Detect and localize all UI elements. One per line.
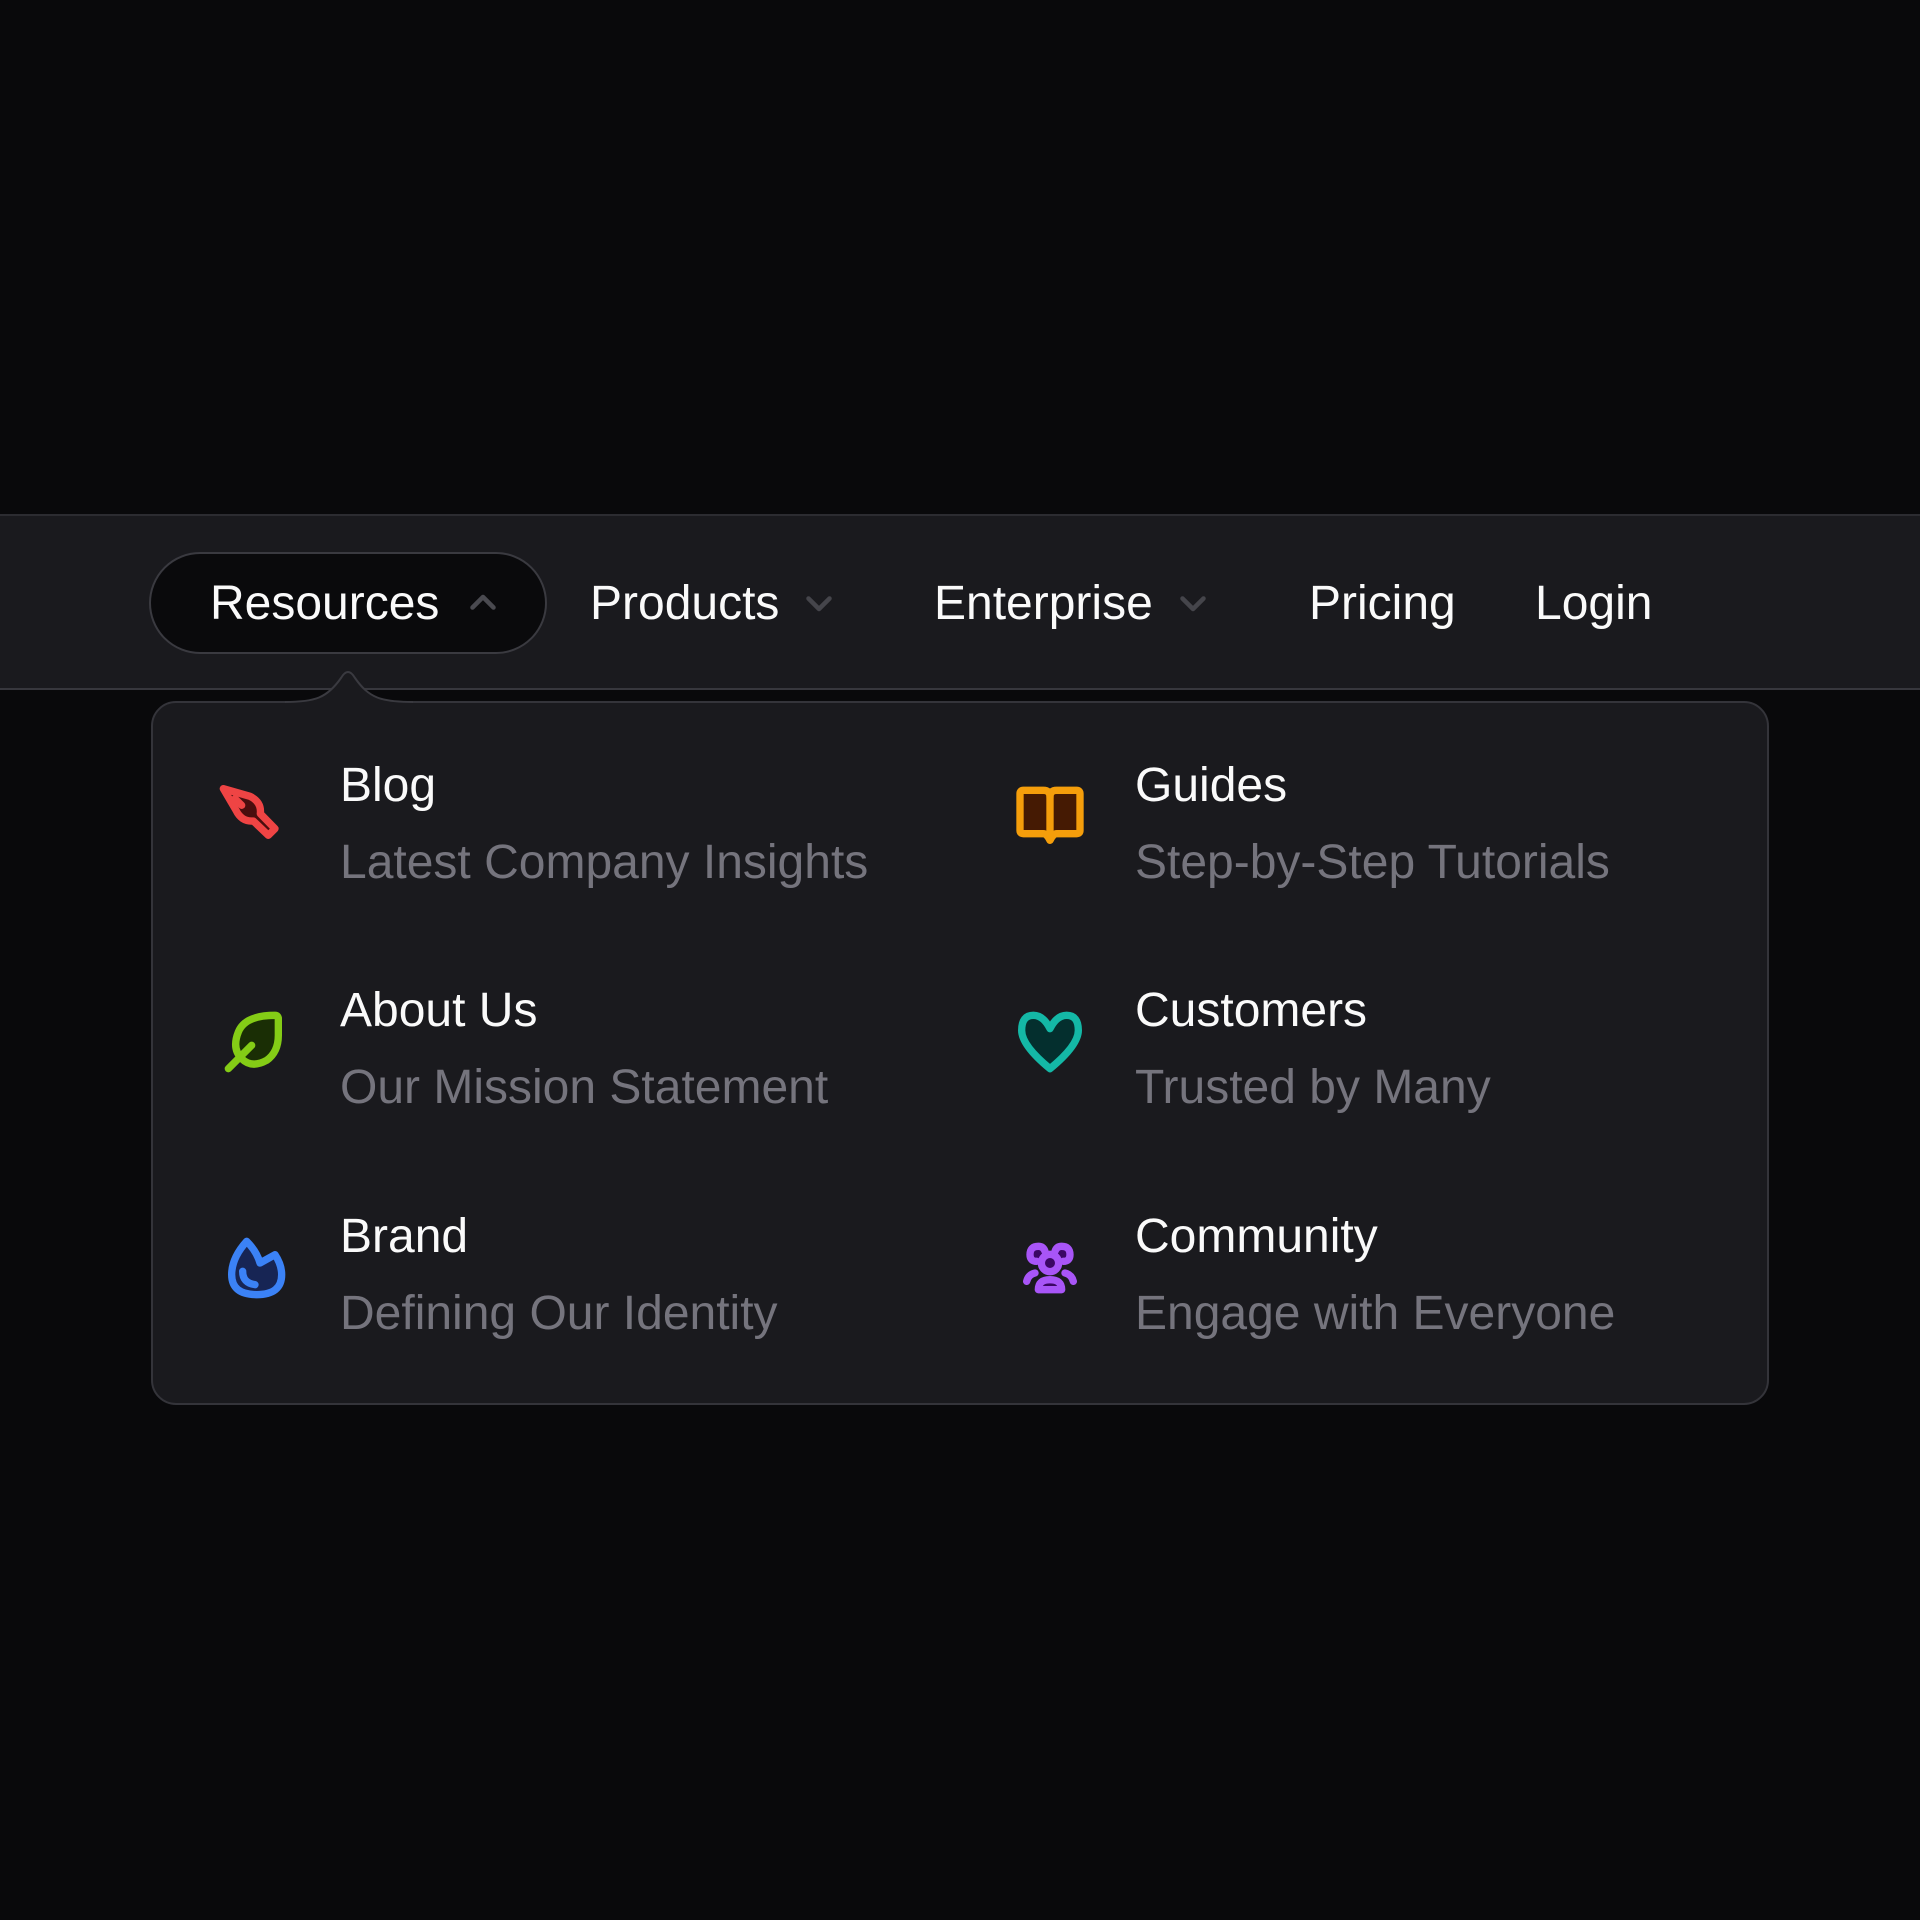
book-open-icon xyxy=(1010,777,1090,857)
menu-item-community[interactable]: Community Engage with Everyone xyxy=(1010,1210,1770,1384)
chevron-down-icon xyxy=(801,585,837,621)
nav-item-resources[interactable]: Resources xyxy=(149,552,547,654)
dropdown-caret xyxy=(285,671,413,704)
nav-item-label: Pricing xyxy=(1309,576,1456,630)
leaf-icon xyxy=(215,1002,295,1082)
chevron-down-icon xyxy=(1175,585,1211,621)
menu-item-title: About Us xyxy=(340,984,538,1037)
nav-item-label: Enterprise xyxy=(934,576,1153,630)
chevron-up-icon xyxy=(465,585,501,621)
resources-dropdown-panel: Blog Latest Company Insights Guides Step… xyxy=(151,701,1769,1405)
heart-icon xyxy=(1010,1002,1090,1082)
menu-item-blog[interactable]: Blog Latest Company Insights xyxy=(215,759,975,933)
menu-item-subtitle: Step-by-Step Tutorials xyxy=(1135,836,1610,889)
nav-item-label: Login xyxy=(1535,576,1653,630)
nav-item-login[interactable]: Login xyxy=(1535,552,1652,654)
menu-item-title: Community xyxy=(1135,1210,1378,1263)
menu-item-subtitle: Our Mission Statement xyxy=(340,1061,829,1114)
menu-item-title: Brand xyxy=(340,1210,469,1263)
menu-item-title: Customers xyxy=(1135,984,1368,1037)
menu-item-subtitle: Trusted by Many xyxy=(1135,1061,1491,1114)
nav-item-enterprise[interactable]: Enterprise xyxy=(934,552,1211,654)
menu-item-subtitle: Defining Our Identity xyxy=(340,1287,778,1340)
nav-item-pricing[interactable]: Pricing xyxy=(1309,552,1456,654)
nav-item-products[interactable]: Products xyxy=(590,552,837,654)
menu-item-customers[interactable]: Customers Trusted by Many xyxy=(1010,984,1770,1158)
users-icon xyxy=(1010,1228,1090,1308)
flame-icon xyxy=(215,1228,295,1308)
menu-item-brand[interactable]: Brand Defining Our Identity xyxy=(215,1210,975,1384)
nav-item-label: Products xyxy=(590,576,780,630)
menu-item-guides[interactable]: Guides Step-by-Step Tutorials xyxy=(1010,759,1770,933)
menu-item-about-us[interactable]: About Us Our Mission Statement xyxy=(215,984,975,1158)
nav-item-label: Resources xyxy=(210,576,440,630)
menu-item-subtitle: Latest Company Insights xyxy=(340,836,869,889)
menu-item-subtitle: Engage with Everyone xyxy=(1135,1287,1616,1340)
menu-item-title: Guides xyxy=(1135,759,1288,812)
menu-item-title: Blog xyxy=(340,759,437,812)
pen-nib-icon xyxy=(215,777,295,857)
